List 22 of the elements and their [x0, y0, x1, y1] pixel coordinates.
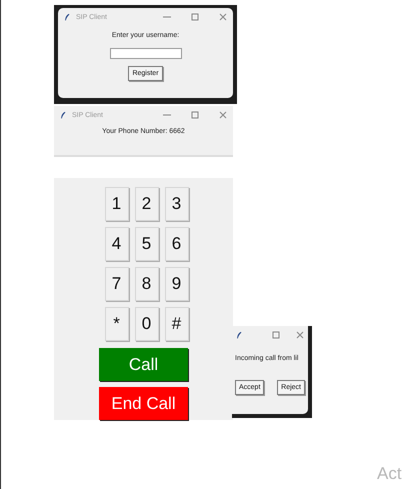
username-field[interactable] [110, 48, 182, 59]
keypad-key[interactable]: 6 [164, 227, 188, 261]
call-button[interactable]: Call [99, 348, 188, 381]
close-icon[interactable] [296, 331, 304, 339]
maximize-icon[interactable] [191, 13, 199, 21]
keypad-key[interactable]: 0 [134, 307, 158, 341]
keypad-key[interactable]: 7 [104, 267, 128, 301]
maximize-icon[interactable] [191, 111, 199, 119]
maximize-icon[interactable] [272, 331, 280, 339]
keypad-key[interactable]: 2 [134, 187, 158, 221]
keypad-key[interactable]: # [164, 307, 188, 341]
activation-text: Act [377, 464, 402, 484]
keypad-key[interactable]: 3 [164, 187, 188, 221]
keypad-key[interactable]: 1 [104, 187, 128, 221]
close-icon[interactable] [219, 13, 227, 21]
end-call-button[interactable]: End Call [99, 387, 188, 420]
close-icon[interactable] [219, 111, 227, 119]
keypad-key[interactable]: 8 [134, 267, 158, 301]
keypad-key[interactable]: 9 [164, 267, 188, 301]
keypad-key[interactable]: * [104, 307, 128, 341]
keypad-key[interactable]: 5 [134, 227, 158, 261]
keypad-key[interactable]: 4 [104, 227, 128, 261]
